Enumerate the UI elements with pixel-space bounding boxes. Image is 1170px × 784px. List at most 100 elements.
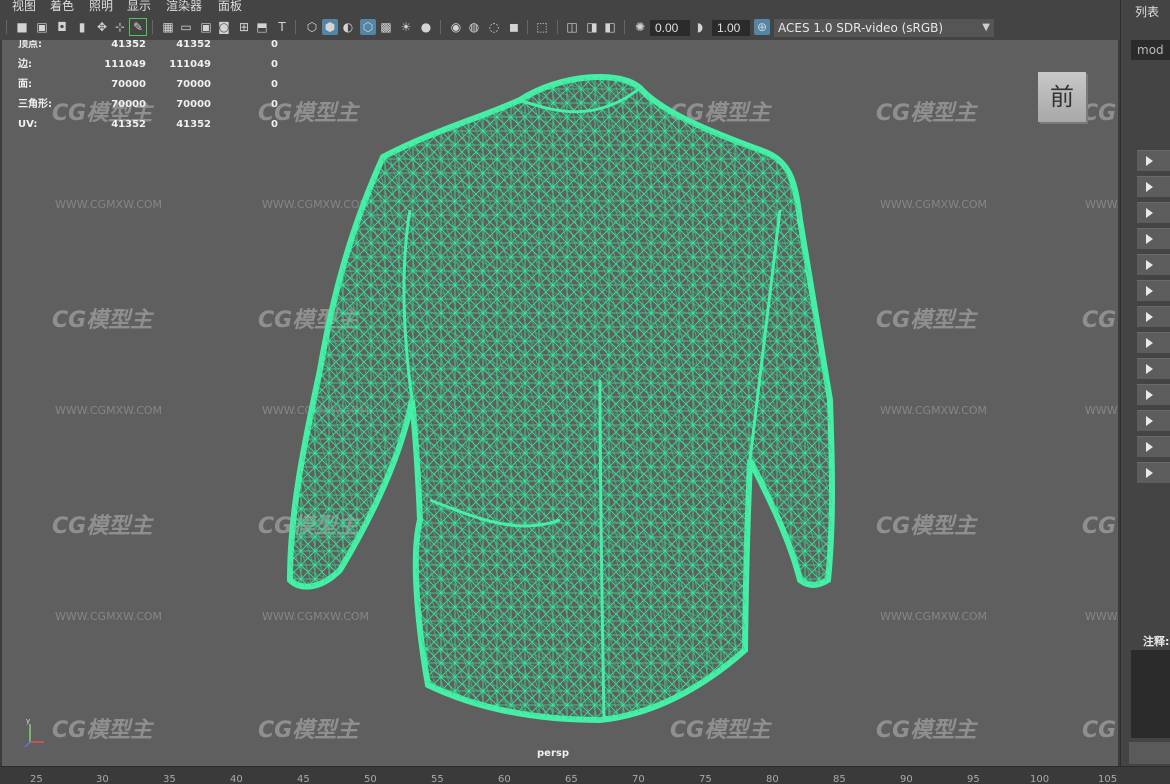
- attribute-section-expander[interactable]: [1137, 150, 1170, 171]
- expand-arrow-icon: [1146, 364, 1153, 374]
- expand-arrow-icon: [1146, 182, 1153, 192]
- menu-shading[interactable]: 着色: [50, 0, 74, 14]
- expand-arrow-icon: [1146, 234, 1153, 244]
- time-tick: 95: [967, 774, 980, 784]
- expand-arrow-icon: [1146, 208, 1153, 218]
- antialias-icon[interactable]: ◌: [486, 19, 502, 35]
- texture-icon[interactable]: ▩: [378, 19, 394, 35]
- time-tick: 40: [230, 774, 243, 784]
- attribute-section-expander[interactable]: [1137, 436, 1170, 457]
- expand-arrow-icon: [1146, 338, 1153, 348]
- gamma-field[interactable]: [712, 20, 750, 36]
- maya-workspace: 视图 着色 照明 显示 渲染器 面板 ■ ▣ ◘ ▮ ✥ ⊹ ✎ ▦ ▭ ▣ ◙…: [0, 0, 1170, 784]
- grid-icon[interactable]: ▦: [160, 19, 176, 35]
- shadows-icon[interactable]: ●: [418, 19, 434, 35]
- safe-title-icon[interactable]: T: [274, 19, 290, 35]
- time-tick: 30: [96, 774, 109, 784]
- ambient-occlusion-icon[interactable]: ◉: [448, 19, 464, 35]
- attribute-section-expander[interactable]: [1137, 462, 1170, 483]
- gamma-icon[interactable]: ◗: [692, 19, 708, 35]
- wireframe-on-shaded-icon[interactable]: ⬡: [360, 19, 376, 35]
- gate-mask-icon[interactable]: ◙: [216, 19, 232, 35]
- attribute-section-expander[interactable]: [1137, 358, 1170, 379]
- time-tick: 105: [1098, 774, 1118, 784]
- film-gate-icon[interactable]: ▭: [178, 19, 194, 35]
- snap-icon[interactable]: ✥: [94, 19, 110, 35]
- camera-attr-icon[interactable]: ▣: [34, 19, 50, 35]
- smooth-shade-icon[interactable]: ⬢: [322, 19, 338, 35]
- time-tick: 55: [431, 774, 444, 784]
- field-chart-icon[interactable]: ⊞: [236, 19, 252, 35]
- attribute-section-expander[interactable]: [1137, 254, 1170, 275]
- toolbar-separator: [6, 20, 7, 34]
- safe-action-icon[interactable]: ⬒: [254, 19, 270, 35]
- attribute-section-expander[interactable]: [1137, 306, 1170, 327]
- panel-menu-bar: 视图 着色 照明 显示 渲染器 面板: [0, 0, 1120, 14]
- toolbar-separator: [440, 20, 441, 34]
- panel-toolbar: ■ ▣ ◘ ▮ ✥ ⊹ ✎ ▦ ▭ ▣ ◙ ⊞ ⬒ T ⬡ ⬢ ◐ ⬡ ▩ ☀ …: [0, 14, 1120, 40]
- expand-arrow-icon: [1146, 312, 1153, 322]
- time-slider[interactable]: 25 30 35 40 45 50 55 60 65 70 75 80 85 9…: [0, 766, 1170, 784]
- time-tick: 80: [766, 774, 779, 784]
- time-tick: 75: [699, 774, 712, 784]
- menu-show[interactable]: 显示: [127, 0, 151, 14]
- lights-icon[interactable]: ☀: [398, 19, 414, 35]
- toolbar-separator: [152, 20, 153, 34]
- bookmark-icon[interactable]: ◘: [54, 19, 70, 35]
- menu-lighting[interactable]: 照明: [89, 0, 113, 14]
- resolution-gate-icon[interactable]: ▣: [198, 19, 214, 35]
- time-tick: 50: [364, 774, 377, 784]
- time-tick: 60: [498, 774, 511, 784]
- panel-button[interactable]: [1129, 742, 1170, 764]
- exposure-icon[interactable]: ✺: [632, 19, 648, 35]
- menu-renderer[interactable]: 渲染器: [166, 0, 202, 14]
- move-camera-icon[interactable]: ⊹: [112, 19, 128, 35]
- node-name-field[interactable]: mod: [1131, 40, 1170, 60]
- wireframe-icon[interactable]: ⬡: [304, 19, 320, 35]
- color-space-dropdown[interactable]: ACES 1.0 SDR-video (sRGB) ▼: [774, 19, 994, 37]
- motion-blur-icon[interactable]: ◍: [466, 19, 482, 35]
- list-menu[interactable]: 列表: [1135, 3, 1159, 20]
- toolbar-separator: [527, 20, 528, 34]
- expand-arrow-icon: [1146, 260, 1153, 270]
- attribute-section-expander[interactable]: [1137, 384, 1170, 405]
- attribute-section-expander[interactable]: [1137, 280, 1170, 301]
- color-space-value: ACES 1.0 SDR-video (sRGB): [778, 21, 944, 35]
- time-tick: 100: [1030, 774, 1050, 784]
- time-tick: 70: [632, 774, 645, 784]
- menu-view[interactable]: 视图: [12, 0, 36, 14]
- isolate-icon[interactable]: ⬚: [534, 19, 550, 35]
- time-tick: 65: [565, 774, 578, 784]
- time-tick: 35: [163, 774, 176, 784]
- default-material-icon[interactable]: ◐: [340, 19, 356, 35]
- notes-textarea[interactable]: [1131, 650, 1170, 738]
- exposure-field[interactable]: [650, 20, 690, 36]
- colormanage-icon[interactable]: ⊕: [754, 19, 770, 35]
- attribute-section-expander[interactable]: [1137, 202, 1170, 223]
- xray-joints-icon[interactable]: ◫: [564, 19, 580, 35]
- attribute-section-expander[interactable]: [1137, 332, 1170, 353]
- attribute-section-expander[interactable]: [1137, 410, 1170, 431]
- time-tick: 25: [30, 774, 43, 784]
- backface-icon[interactable]: ◧: [602, 19, 618, 35]
- depth-of-field-icon[interactable]: ◼: [506, 19, 522, 35]
- xray-active-icon[interactable]: ◨: [584, 19, 600, 35]
- image-plane-icon[interactable]: ▮: [74, 19, 90, 35]
- expand-arrow-icon: [1146, 468, 1153, 478]
- camera-icon[interactable]: ■: [14, 19, 30, 35]
- grease-pencil-icon[interactable]: ✎: [129, 18, 147, 36]
- attribute-section-expander[interactable]: [1137, 228, 1170, 249]
- expand-arrow-icon: [1146, 416, 1153, 426]
- expand-arrow-icon: [1146, 156, 1153, 166]
- attribute-section-expander[interactable]: [1137, 176, 1170, 197]
- time-tick: 90: [900, 774, 913, 784]
- time-tick: 85: [833, 774, 846, 784]
- notes-label: 注释:: [1143, 635, 1170, 648]
- attribute-editor-panel: 列表 mod 注释:: [1120, 0, 1170, 766]
- expand-arrow-icon: [1146, 390, 1153, 400]
- persp-viewport[interactable]: CG模型主 CG模型主 CG模型主 CG模型主 CG模型主 CG模型主 CG模型…: [0, 40, 1120, 766]
- expand-arrow-icon: [1146, 442, 1153, 452]
- chevron-down-icon: ▼: [982, 22, 990, 33]
- menu-panels[interactable]: 面板: [218, 0, 242, 14]
- toolbar-separator: [624, 20, 625, 34]
